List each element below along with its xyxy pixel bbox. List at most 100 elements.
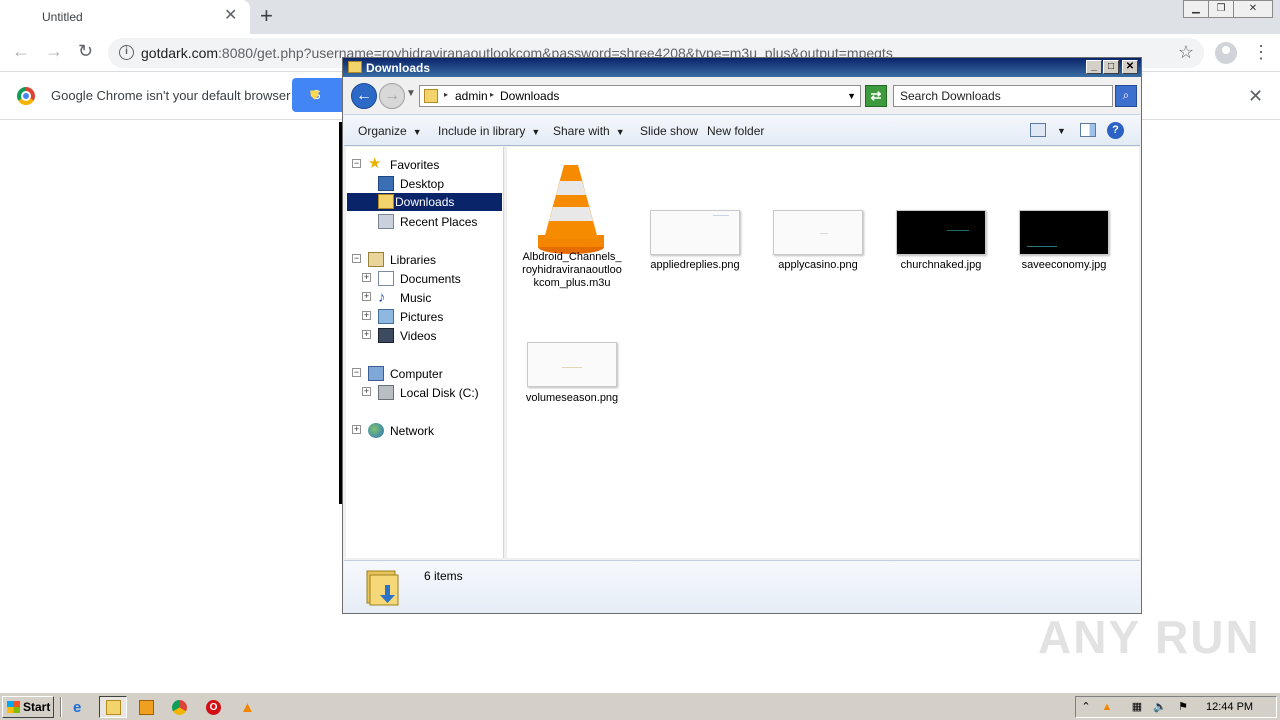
address-row: ← → ▼ ▸ admin ▸ Downloads ▼ ⇄ Search Dow… <box>343 77 1141 113</box>
breadcrumb-downloads[interactable]: Downloads <box>500 89 559 103</box>
network-tray-icon[interactable]: ▦ <box>1130 700 1144 714</box>
refresh-button[interactable]: ⇄ <box>865 85 887 107</box>
back-button[interactable]: ← <box>351 83 377 109</box>
preview-pane-icon[interactable] <box>1080 123 1096 137</box>
minimize-button[interactable]: _ <box>1086 60 1102 74</box>
local-disk-icon <box>378 385 394 400</box>
expand-icon[interactable]: + <box>362 387 371 396</box>
show-hidden-icons-icon[interactable]: ⌃ <box>1079 700 1093 714</box>
tree-item-libraries[interactable]: − Libraries <box>352 251 502 269</box>
collapse-icon[interactable]: − <box>352 368 361 377</box>
file-list-pane: Albdroid_Channels_royhidraviranaoutlookc… <box>507 147 1139 558</box>
tree-item-network[interactable]: + Network <box>352 422 502 440</box>
infobar-close-icon[interactable]: ✕ <box>1248 86 1263 107</box>
expand-icon[interactable]: + <box>362 273 371 282</box>
tree-item-pictures[interactable]: + Pictures <box>362 308 502 326</box>
infobar-message: Google Chrome isn't your default browser <box>51 88 291 103</box>
address-box[interactable]: ▸ admin ▸ Downloads ▼ <box>419 85 861 107</box>
tree-item-desktop[interactable]: Desktop <box>362 175 502 193</box>
chevron-right-icon[interactable]: ▸ <box>490 90 494 99</box>
reload-icon[interactable]: ↻ <box>78 41 93 61</box>
close-window-button[interactable]: ✕ <box>1233 0 1273 18</box>
volume-icon[interactable]: 🔈 <box>1153 700 1167 714</box>
back-arrow-icon[interactable]: ← <box>12 41 30 61</box>
downloads-folder-icon <box>378 194 394 209</box>
expand-icon[interactable]: + <box>362 311 371 320</box>
expand-icon[interactable]: + <box>362 292 371 301</box>
expand-icon[interactable]: + <box>362 330 371 339</box>
view-dropdown-icon[interactable]: ▼ <box>1057 126 1066 136</box>
taskbar-media-player[interactable] <box>132 696 160 718</box>
close-button[interactable]: ✕ <box>1122 60 1138 74</box>
chrome-logo-icon <box>17 87 35 105</box>
vlc-icon <box>538 165 604 254</box>
new-tab-icon[interactable]: + <box>260 5 273 27</box>
include-in-library-button[interactable]: Include in library ▼ <box>438 124 540 138</box>
tree-item-documents[interactable]: + Documents <box>362 270 502 288</box>
tree-item-favorites[interactable]: − ★ Favorites <box>352 156 502 174</box>
start-button[interactable]: Start <box>2 696 54 718</box>
taskbar-chrome[interactable] <box>165 696 193 718</box>
forward-arrow-icon[interactable]: → <box>45 41 63 61</box>
tree-item-recent-places[interactable]: Recent Places <box>362 213 502 231</box>
search-input[interactable]: Search Downloads <box>893 85 1113 107</box>
shield-icon: ⛊ <box>310 88 320 102</box>
image-thumbnail <box>650 210 740 255</box>
explorer-window: Downloads _ □ ✕ ← → ▼ ▸ admin ▸ Download… <box>342 57 1142 614</box>
info-icon[interactable]: i <box>119 45 134 60</box>
recent-places-icon <box>378 214 394 229</box>
address-dropdown-icon[interactable]: ▼ <box>847 91 856 101</box>
collapse-icon[interactable]: − <box>352 254 361 263</box>
network-icon <box>368 423 384 438</box>
new-folder-button[interactable]: New folder <box>707 124 764 138</box>
tree-item-computer[interactable]: − Computer <box>352 365 502 383</box>
image-thumbnail <box>773 210 863 255</box>
tree-item-local-disk[interactable]: + Local Disk (C:) <box>362 384 502 402</box>
folder-icon <box>348 61 362 73</box>
tree-item-downloads[interactable]: Downloads <box>347 193 502 211</box>
action-center-flag-icon[interactable]: ⚑ <box>1176 700 1190 714</box>
slide-show-button[interactable]: Slide show <box>640 124 698 138</box>
explorer-title-bar[interactable]: Downloads _ □ ✕ <box>343 58 1141 77</box>
expand-icon[interactable]: + <box>352 425 361 434</box>
browser-tab[interactable]: Untitled ✕ <box>0 0 250 34</box>
command-bar: Organize ▼ Include in library ▼ Share with… <box>344 114 1140 146</box>
taskbar-explorer[interactable] <box>99 696 127 718</box>
profile-avatar-icon[interactable] <box>1215 42 1237 64</box>
tree-item-music[interactable]: + ♪ Music <box>362 289 502 307</box>
help-icon[interactable]: ? <box>1107 122 1124 139</box>
image-thumbnail <box>896 210 986 255</box>
image-thumbnail <box>527 342 617 387</box>
change-view-icon[interactable] <box>1030 123 1046 137</box>
forward-button[interactable]: → <box>379 83 405 109</box>
tree-item-videos[interactable]: + Videos <box>362 327 502 345</box>
breadcrumb-admin[interactable]: admin <box>455 89 488 103</box>
taskbar-vlc[interactable]: ▲ <box>233 696 261 718</box>
restore-window-button[interactable]: ❐ <box>1208 0 1234 18</box>
desktop-icon <box>378 176 394 191</box>
search-icon[interactable]: ⌕ <box>1115 85 1137 107</box>
chrome-tab-strip: Untitled ✕ + ▁ ❐ ✕ <box>0 0 1280 34</box>
vlc-icon: ▲ <box>240 699 255 716</box>
collapse-icon[interactable]: − <box>352 159 361 168</box>
bookmark-star-icon[interactable]: ☆ <box>1178 42 1194 63</box>
menu-kebab-icon[interactable]: ⋮ <box>1252 42 1270 62</box>
share-with-button[interactable]: Share with ▼ <box>553 124 625 138</box>
vlc-tray-icon[interactable]: ▲ <box>1100 700 1114 714</box>
maximize-button[interactable]: □ <box>1103 60 1119 74</box>
internet-explorer-icon: e <box>73 699 82 716</box>
folder-icon <box>424 89 438 103</box>
clock[interactable]: 12:44 PM <box>1206 701 1253 713</box>
chevron-right-icon[interactable]: ▸ <box>444 90 448 99</box>
organize-button[interactable]: Organize ▼ <box>358 124 422 138</box>
file-name: saveeconomy.jpg <box>1021 259 1107 271</box>
minimize-window-button[interactable]: ▁ <box>1183 0 1209 18</box>
taskbar-internet-explorer[interactable]: e <box>66 696 94 718</box>
chrome-icon <box>172 700 187 715</box>
recent-pages-dropdown-icon[interactable]: ▼ <box>406 88 416 99</box>
file-name: applycasino.png <box>778 259 858 271</box>
documents-icon <box>378 271 394 286</box>
tab-close-icon[interactable]: ✕ <box>224 8 237 24</box>
taskbar-opera[interactable]: O <box>199 696 227 718</box>
file-name: churchnaked.jpg <box>900 259 982 271</box>
